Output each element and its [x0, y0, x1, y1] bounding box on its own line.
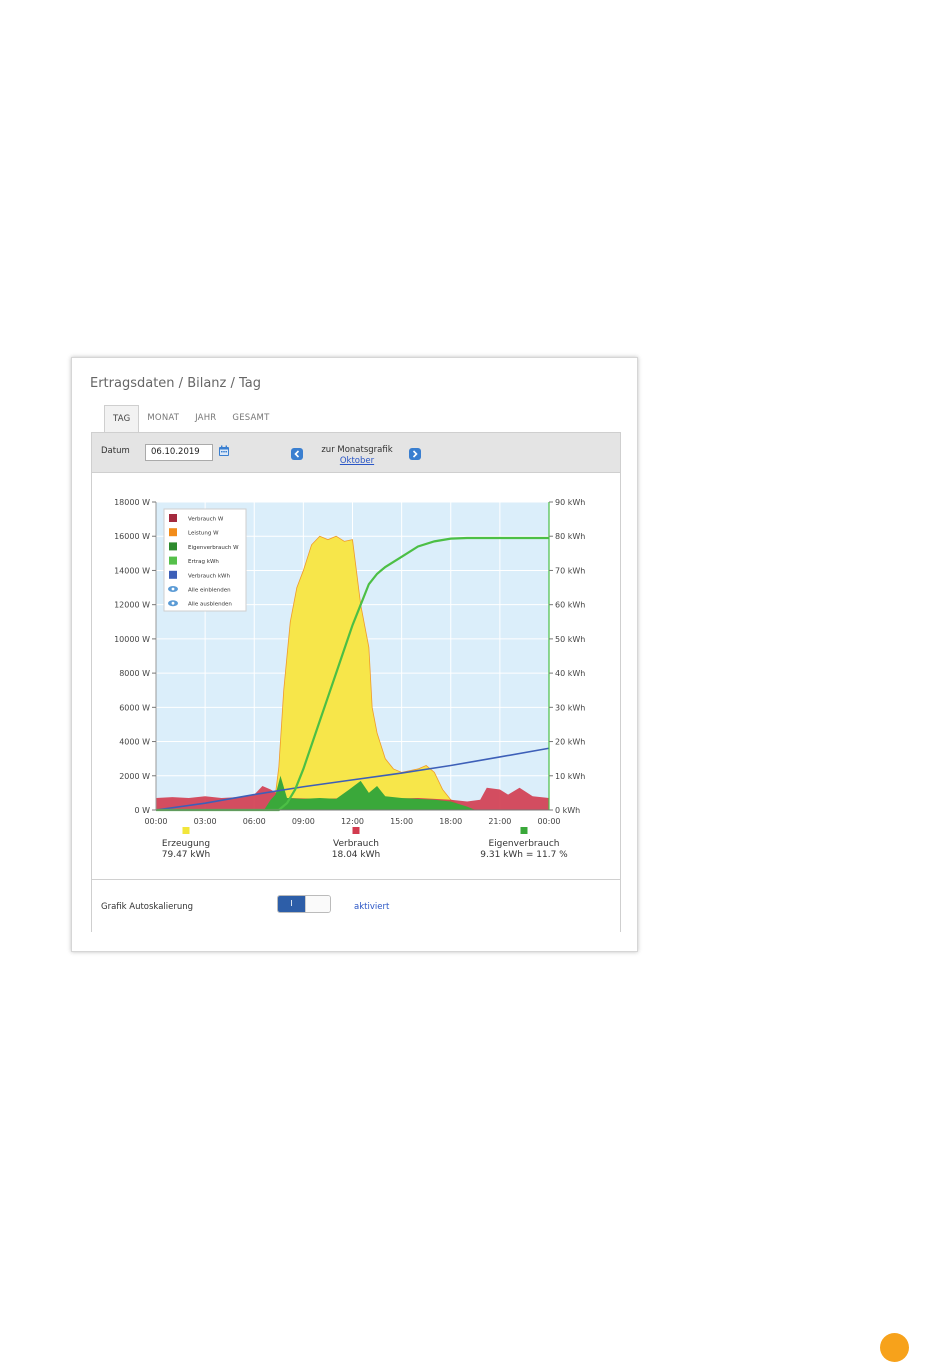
legend-item-label: Leistung W	[188, 531, 219, 537]
autoscale-label: Grafik Autoskalierung	[101, 902, 194, 912]
x-tick-label: 18:00	[439, 817, 462, 826]
autoscale-toggle[interactable]: I	[277, 895, 331, 913]
y-right-tick-label: 90 kWh	[555, 498, 585, 507]
x-tick-label: 00:00	[144, 817, 167, 826]
toggle-knob	[305, 896, 330, 912]
legend-item-label: Alle einblenden	[188, 588, 231, 594]
total-swatch	[520, 827, 528, 834]
y-left-tick-label: 10000 W	[114, 635, 150, 644]
x-tick-label: 15:00	[390, 817, 413, 826]
y-right-tick-label: 70 kWh	[555, 566, 585, 575]
month-graph-caption: zur Monatsgrafik Oktober	[314, 445, 400, 466]
y-right-tick-label: 40 kWh	[555, 669, 585, 678]
y-left-tick-label: 6000 W	[119, 703, 150, 712]
legend-swatch	[169, 528, 177, 537]
next-month-button[interactable]	[409, 448, 421, 460]
total-value: 18.04 kWh	[332, 850, 380, 860]
x-tick-label: 21:00	[488, 817, 511, 826]
y-right-tick-label: 20 kWh	[555, 738, 585, 747]
y-left-tick-label: 8000 W	[119, 669, 150, 678]
total-value: 9.31 kWh = 11.7 %	[480, 850, 568, 860]
legend-item-label: Verbrauch W	[188, 517, 224, 523]
date-toolbar: Datum 06.10.2019 zur Monatsgrafik Oktobe…	[92, 433, 620, 473]
total-label: Verbrauch	[333, 839, 379, 849]
y-left-tick-label: 0 W	[134, 806, 150, 815]
legend-item-label: Verbrauch kWh	[188, 573, 230, 579]
total-value: 79.47 kWh	[162, 850, 210, 860]
y-right-tick-label: 0 kWh	[555, 806, 580, 815]
chevron-left-icon	[294, 450, 300, 458]
x-tick-label: 06:00	[243, 817, 266, 826]
yield-chart: 0 W 2000 W 4000 W 6000 W 8000 W 10000 W 12000 …	[114, 498, 585, 860]
period-tabs: TAG MONAT JAHR GESAMT	[104, 405, 277, 434]
x-tick-label: 12:00	[341, 817, 364, 826]
page-title: Ertragsdaten / Bilanz / Tag	[90, 376, 262, 391]
legend-item-label: Eigenverbrauch W	[188, 545, 239, 551]
page-marker	[880, 1333, 909, 1362]
y-left-tick-label: 16000 W	[114, 532, 150, 541]
date-label: Datum	[101, 446, 130, 456]
y-left-tick-label: 12000 W	[114, 601, 150, 610]
y-right-tick-label: 50 kWh	[555, 635, 585, 644]
total-label: Erzeugung	[162, 839, 210, 849]
y-right-tick-label: 80 kWh	[555, 532, 585, 541]
total-swatch	[182, 827, 190, 834]
y-left-tick-label: 4000 W	[119, 738, 150, 747]
x-tick-label: 00:00	[537, 817, 560, 826]
autoscale-row: Grafik Autoskalierung I aktiviert	[92, 879, 620, 932]
x-tick-label: 09:00	[292, 817, 315, 826]
eye-icon-pupil	[171, 587, 175, 591]
y-right-tick-label: 60 kWh	[555, 601, 585, 610]
legend-swatch	[169, 514, 177, 522]
yield-balance-panel: Ertragsdaten / Bilanz / Tag TAG MONAT JA…	[71, 357, 638, 952]
y-left-tick-label: 14000 W	[114, 566, 150, 575]
y-left-tick-label: 2000 W	[119, 772, 150, 781]
tab-day[interactable]: TAG	[104, 405, 140, 434]
toggle-on-indicator: I	[278, 896, 305, 912]
legend-swatch	[169, 570, 177, 579]
legend-item-label: Ertrag kWh	[188, 559, 219, 565]
chevron-right-icon	[412, 450, 418, 458]
total-swatch	[352, 827, 360, 834]
legend-swatch	[169, 542, 177, 551]
legend-swatch	[169, 556, 177, 565]
calendar-icon[interactable]	[218, 445, 230, 457]
autoscale-state: aktiviert	[354, 902, 390, 912]
eye-slash-icon-pupil	[171, 601, 175, 605]
tab-content: Datum 06.10.2019 zur Monatsgrafik Oktobe…	[91, 432, 621, 932]
tab-year[interactable]: JAHR	[187, 405, 224, 432]
x-tick-label: 03:00	[194, 817, 217, 826]
total-label: Eigenverbrauch	[489, 839, 560, 849]
y-right-tick-label: 30 kWh	[555, 703, 585, 712]
tab-month[interactable]: MONAT	[139, 405, 187, 432]
legend-item-label: Alle ausblenden	[188, 602, 232, 608]
tab-total[interactable]: GESAMT	[224, 405, 277, 432]
month-graph-link[interactable]: Oktober	[314, 456, 400, 466]
month-graph-label: zur Monatsgrafik	[321, 445, 393, 455]
y-right-tick-label: 10 kWh	[555, 772, 585, 781]
date-field[interactable]: 06.10.2019	[145, 444, 213, 461]
y-left-tick-label: 18000 W	[114, 498, 150, 507]
previous-month-button[interactable]	[291, 448, 303, 460]
